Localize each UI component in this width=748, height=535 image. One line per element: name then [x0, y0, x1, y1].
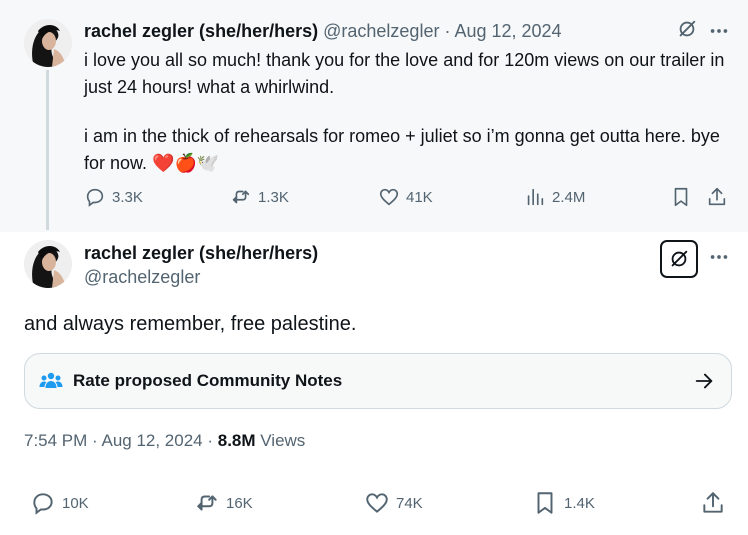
parent-header: rachel zegler (she/her/hers) @rachelzegl… [84, 20, 562, 42]
parent-tweet[interactable]: rachel zegler (she/her/hers) @rachelzegl… [0, 0, 748, 232]
views-button[interactable]: 2.4M [524, 186, 585, 208]
thread-connector-line [46, 70, 49, 230]
tweet-date[interactable]: Aug 12, 2024 [101, 431, 202, 450]
separator: · [87, 431, 102, 450]
like-count: 41K [406, 188, 433, 206]
grok-icon [671, 250, 688, 267]
repost-button[interactable]: 16K [194, 490, 253, 516]
community-notes-icon [39, 370, 63, 397]
display-name[interactable]: rachel zegler (she/her/hers) [84, 21, 318, 41]
views-label[interactable]: Views [256, 431, 305, 450]
parent-tweet-text: i love you all so much! thank you for th… [84, 47, 734, 177]
handle[interactable]: @rachelzegler [323, 21, 439, 41]
community-notes-button[interactable]: Rate proposed Community Notes [24, 353, 732, 409]
arrow-right-icon [693, 370, 715, 397]
view-count: 8.8M [217, 431, 256, 450]
separator: · [202, 431, 218, 450]
more-icon[interactable] [708, 20, 730, 42]
share-icon [703, 492, 723, 513]
repost-count: 16K [226, 494, 253, 512]
reply-icon [86, 188, 104, 207]
bookmark-icon [674, 187, 688, 207]
community-notes-label: Rate proposed Community Notes [73, 371, 343, 390]
reply-count: 3.3K [112, 188, 143, 206]
repost-button[interactable]: 1.3K [230, 186, 289, 208]
reply-button[interactable]: 3.3K [84, 186, 143, 208]
more-icon[interactable] [708, 246, 730, 268]
repost-icon [197, 495, 217, 511]
bookmark-button[interactable]: 1.4K [532, 490, 595, 516]
tweet-meta: 7:54 PM · Aug 12, 2024 · 8.8M Views [24, 431, 305, 451]
tweet-date[interactable]: Aug 12, 2024 [454, 21, 561, 41]
display-name[interactable]: rachel zegler (she/her/hers) [84, 242, 318, 264]
separator: · [439, 21, 455, 41]
share-button[interactable] [700, 490, 726, 516]
avatar[interactable] [24, 240, 72, 288]
like-button[interactable]: 41K [378, 186, 433, 208]
reply-icon [33, 493, 53, 515]
share-icon [708, 187, 726, 206]
avatar[interactable] [24, 19, 72, 67]
views-icon [527, 188, 544, 206]
view-count: 2.4M [552, 188, 586, 206]
like-button[interactable]: 74K [364, 490, 423, 516]
parent-action-bar: 3.3K 1.3K 41K 2.4M [84, 186, 734, 212]
bookmark-icon [537, 492, 553, 514]
tweet-paragraph: i love you all so much! thank you for th… [84, 50, 725, 97]
repost-count: 1.3K [258, 188, 289, 206]
heart-icon [379, 188, 399, 206]
main-action-bar: 10K 16K 74K 1.4K [24, 490, 732, 520]
grok-icon[interactable] [676, 18, 698, 40]
heart-icon [366, 493, 388, 513]
repost-icon [232, 190, 250, 204]
grok-button[interactable] [660, 240, 698, 278]
bookmark-count: 1.4K [564, 494, 595, 512]
bookmark-button[interactable] [670, 186, 692, 208]
tweet-text: and always remember, free palestine. [24, 313, 357, 335]
reply-count: 10K [62, 494, 89, 512]
like-count: 74K [396, 494, 423, 512]
reply-button[interactable]: 10K [30, 490, 89, 516]
tweet-paragraph: i am in the thick of rehearsals for rome… [84, 126, 720, 173]
share-button[interactable] [706, 186, 728, 208]
tweet-time[interactable]: 7:54 PM [24, 431, 87, 450]
handle[interactable]: @rachelzegler [84, 266, 200, 288]
